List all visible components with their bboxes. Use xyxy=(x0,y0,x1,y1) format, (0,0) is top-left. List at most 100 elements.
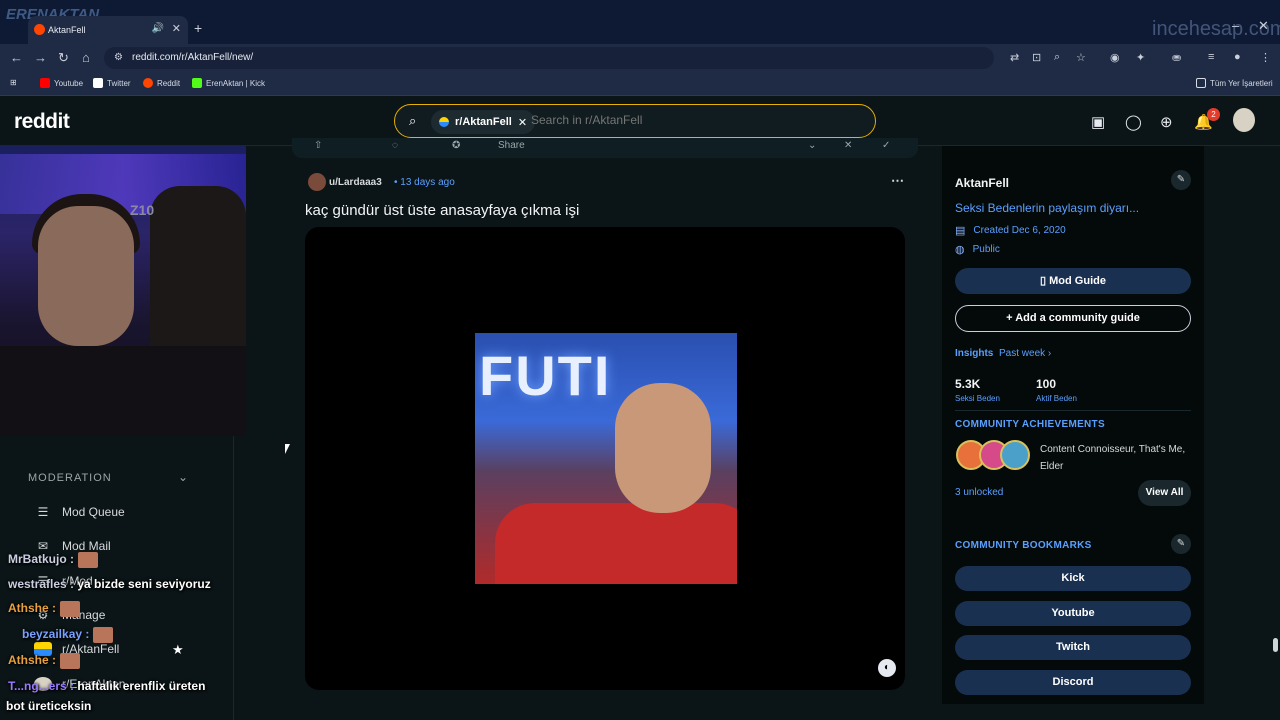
ads-icon[interactable]: ▣ xyxy=(1091,113,1105,131)
page-scrollbar[interactable] xyxy=(1270,146,1280,720)
bookmark-discord-button[interactable]: Discord xyxy=(955,670,1191,695)
bookmark-youtube-button[interactable]: Youtube xyxy=(955,601,1191,626)
sidebar-item-mod-mail[interactable]: ✉ Mod Mail xyxy=(34,539,111,553)
post-title[interactable]: kaç gündür üst üste anasayfaya çıkma işi xyxy=(305,202,579,219)
favorite-star-icon[interactable]: ★ xyxy=(172,642,184,658)
twitter-icon xyxy=(93,78,103,88)
bookmark-twitter[interactable]: Twitter xyxy=(93,78,131,88)
mod-tools-icon[interactable]: ⌄ xyxy=(808,140,816,151)
translate-icon[interactable]: ⇄ xyxy=(1010,51,1019,64)
guide-icon: ▯ xyxy=(1040,275,1050,287)
folder-icon xyxy=(1196,78,1206,88)
notification-badge: 2 xyxy=(1207,108,1220,121)
close-window-icon[interactable]: ✕ xyxy=(1258,18,1269,34)
globe-icon: ◍ xyxy=(955,244,965,256)
chevron-down-icon[interactable]: ⌄ xyxy=(178,470,188,484)
url-text: reddit.com/r/AktanFell/new/ xyxy=(132,52,254,63)
plus-icon: + xyxy=(1006,312,1016,324)
install-icon[interactable]: ⊡ xyxy=(1032,51,1041,64)
video-person-body xyxy=(495,503,737,584)
achievement-badge-icon[interactable] xyxy=(1000,440,1030,470)
award-icon[interactable]: ✪ xyxy=(452,140,460,151)
remove-chip-icon[interactable]: ✕ xyxy=(518,116,527,129)
extension-icon[interactable]: ◉ xyxy=(1110,51,1120,64)
video-person-head xyxy=(615,383,711,513)
home-icon[interactable]: ⌂ xyxy=(82,50,90,65)
webcam-face xyxy=(38,206,134,346)
stat-members-value: 5.3K xyxy=(955,377,981,391)
forward-icon[interactable]: → xyxy=(34,50,47,65)
add-community-guide-button[interactable]: + Add a community guide xyxy=(955,305,1191,332)
reddit-icon xyxy=(143,78,153,88)
chat-icon[interactable]: ◯ xyxy=(1125,113,1142,131)
menu-icon[interactable]: ⋮ xyxy=(1260,51,1271,64)
insights-period-link[interactable]: Past week › xyxy=(999,348,1051,359)
community-icon xyxy=(439,117,449,127)
community-created: ▤ Created Dec 6, 2020 xyxy=(955,225,1066,237)
video-background-text: FUTI xyxy=(479,344,612,407)
apps-icon[interactable]: ⊞ xyxy=(10,78,17,87)
profile-switch-icon[interactable]: ⛂ xyxy=(1172,51,1181,64)
kick-icon xyxy=(192,78,202,88)
stat-members-label: Seksi Beden xyxy=(955,394,1000,403)
bookmark-reddit[interactable]: Reddit xyxy=(143,78,180,88)
volume-icon[interactable]: ◐ xyxy=(878,659,896,677)
site-info-icon[interactable]: ⚙ xyxy=(114,47,123,69)
chat-line: MrBatkujo : xyxy=(8,552,98,568)
webcam-body xyxy=(0,346,246,436)
speaker-icon[interactable]: 🔊 xyxy=(152,23,164,34)
bookmark-star-icon[interactable]: ☆ xyxy=(1076,51,1086,64)
bookmark-youtube[interactable]: Youtube xyxy=(40,78,83,88)
queue-icon: ☰ xyxy=(37,505,49,519)
moderation-heading[interactable]: MODERATION xyxy=(28,472,112,484)
approve-icon[interactable]: ✓ xyxy=(882,140,890,151)
chat-emote xyxy=(93,627,114,643)
chat-emote xyxy=(60,601,80,617)
view-all-button[interactable]: View All xyxy=(1138,480,1191,506)
post-author-avatar[interactable] xyxy=(308,173,326,191)
chat-line: Athshe : xyxy=(8,601,80,617)
more-options-icon[interactable]: ⋯ xyxy=(891,173,904,189)
edit-pencil-icon[interactable]: ✎ xyxy=(1171,170,1191,190)
bookmark-twitch-button[interactable]: Twitch xyxy=(955,635,1191,660)
achievements-unlocked: 3 unlocked xyxy=(955,487,1004,498)
address-bar[interactable]: ⚙ reddit.com/r/AktanFell/new/ xyxy=(104,47,994,69)
close-tab-icon[interactable]: ✕ xyxy=(172,22,181,35)
media-icon[interactable]: ≡ xyxy=(1208,51,1214,63)
new-tab-icon[interactable]: + xyxy=(194,20,202,36)
comments-icon[interactable]: ◌ xyxy=(392,140,398,151)
post-author[interactable]: u/Lardaaa3 xyxy=(329,177,382,188)
streamer-webcam: Z10 xyxy=(0,146,246,436)
reload-icon[interactable]: ↻ xyxy=(58,50,69,66)
create-post-icon[interactable]: ⊕ xyxy=(1160,113,1173,131)
search-input[interactable] xyxy=(531,113,851,127)
puzzle-icon[interactable]: ✦ xyxy=(1136,51,1145,64)
reddit-favicon-icon xyxy=(34,24,45,35)
search-box[interactable]: ⌕ r/AktanFell ✕ xyxy=(394,104,876,138)
all-bookmarks[interactable]: Tüm Yer İşaretleri xyxy=(1196,78,1273,88)
remove-icon[interactable]: ✕ xyxy=(844,140,852,151)
user-avatar[interactable] xyxy=(1233,108,1255,132)
zoom-icon[interactable]: ⌕ xyxy=(1054,51,1060,64)
post-video[interactable]: FUTI ◐ xyxy=(305,227,905,690)
reddit-logo[interactable]: reddit xyxy=(14,110,70,134)
cake-icon: ▤ xyxy=(955,225,966,237)
sidebar-item-mod-queue[interactable]: ☰ Mod Queue xyxy=(34,505,125,519)
bookmark-kick-button[interactable]: Kick xyxy=(955,566,1191,591)
upvote-icon[interactable]: ⇧ xyxy=(314,140,322,151)
scrollbar-thumb[interactable] xyxy=(1273,638,1278,652)
share-button[interactable]: Share xyxy=(498,140,525,151)
chat-emote xyxy=(60,653,80,669)
browser-tab-bar: ERENAKTAN AktanFell 🔊 ✕ + incehesap.com … xyxy=(0,0,1280,44)
achievements-text: Content Connoisseur, That's Me, Elder xyxy=(1040,444,1186,472)
browser-tab[interactable]: AktanFell 🔊 ✕ xyxy=(28,16,188,44)
search-community-chip[interactable]: r/AktanFell ✕ xyxy=(431,110,536,134)
mod-guide-button[interactable]: ▯ Mod Guide xyxy=(955,268,1191,294)
minimize-icon[interactable]: – xyxy=(1232,18,1239,33)
edit-pencil-icon[interactable]: ✎ xyxy=(1171,534,1191,554)
profile-icon[interactable]: ● xyxy=(1234,51,1241,63)
chat-line: Athshe : xyxy=(8,653,80,669)
bookmarks-heading: COMMUNITY BOOKMARKS xyxy=(955,540,1092,551)
bookmark-kick[interactable]: ErenAktan | Kick xyxy=(192,78,265,88)
back-icon[interactable]: ← xyxy=(10,50,23,65)
